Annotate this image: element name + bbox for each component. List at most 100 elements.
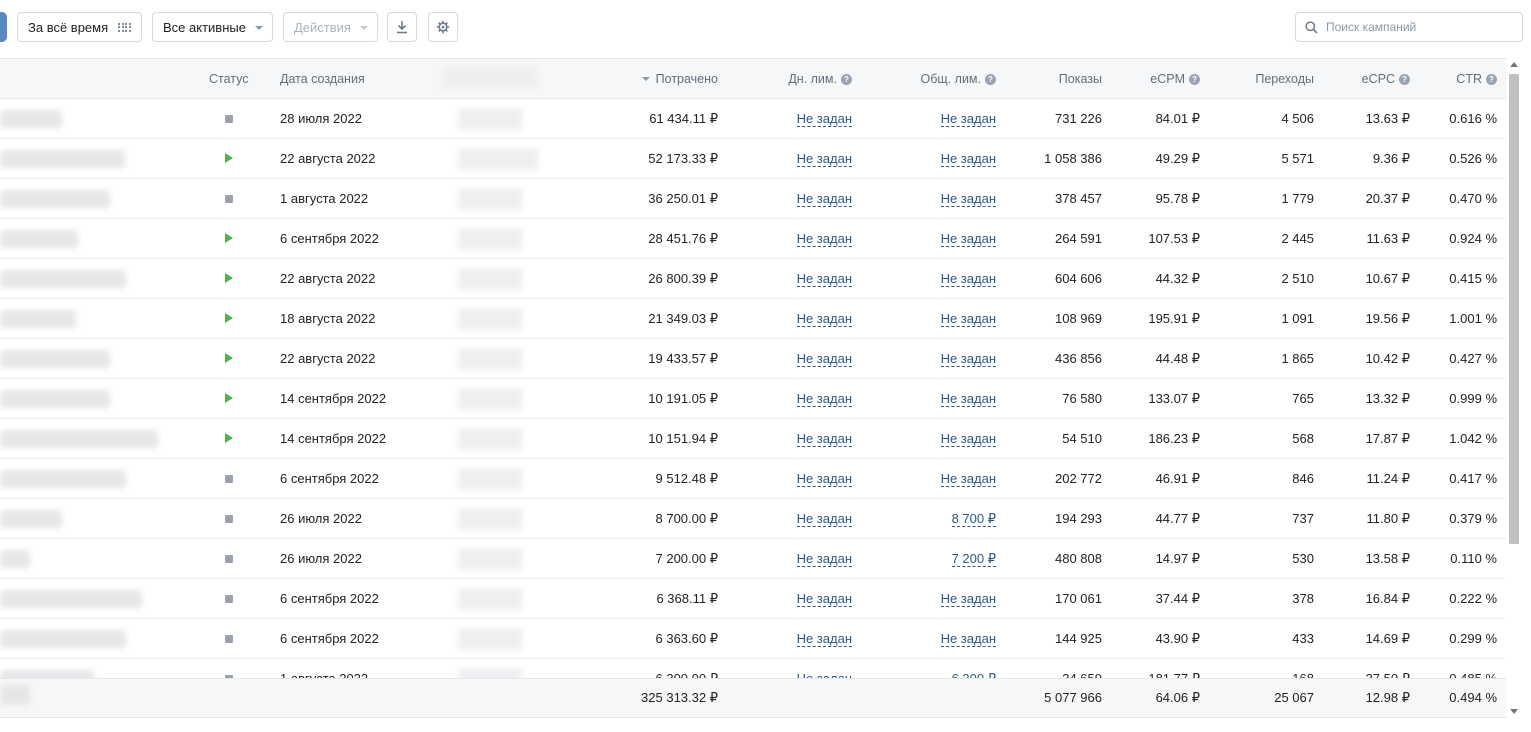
help-icon[interactable]: ? [1189, 74, 1200, 85]
status-cell[interactable] [225, 459, 237, 498]
header-created[interactable]: Дата создания [280, 59, 365, 99]
day-limit-link[interactable]: Не задан [796, 632, 852, 647]
campaign-search[interactable] [1295, 12, 1523, 42]
impressions-value: 76 580 [1062, 391, 1102, 406]
header-impressions[interactable]: Показы [1010, 59, 1102, 99]
day-limit-link[interactable]: Не задан [796, 312, 852, 327]
header-status[interactable]: Статус [209, 59, 249, 99]
status-cell[interactable] [225, 299, 237, 338]
total-limit-link[interactable]: Не задан [940, 152, 996, 167]
status-cell[interactable] [225, 619, 237, 658]
created-date: 14 сентября 2022 [280, 431, 387, 446]
day-limit-link[interactable]: Не задан [796, 152, 852, 167]
header-ecpm-label: eCPM [1150, 72, 1185, 86]
status-cell[interactable] [225, 219, 237, 258]
day-limit-link[interactable]: Не задан [796, 512, 852, 527]
day-limit-link[interactable]: Не задан [796, 192, 852, 207]
day-limit-link[interactable]: Не задан [796, 432, 852, 447]
table-row[interactable]: 14 сентября 2022 10 151.94 ₽ Не задан Не за… [0, 419, 1506, 459]
scroll-down-arrow-icon[interactable] [1510, 709, 1518, 714]
table-row[interactable]: 28 июля 2022 61 434.11 ₽ Не задан Не задан 7… [0, 99, 1506, 139]
help-icon[interactable]: ? [1399, 74, 1410, 85]
total-limit-link[interactable]: Не задан [940, 272, 996, 287]
total-limit-link[interactable]: Не задан [940, 472, 996, 487]
total-limit-link[interactable]: Не задан [940, 592, 996, 607]
table-row[interactable]: 18 августа 2022 21 349.03 ₽ Не задан Не зад… [0, 299, 1506, 339]
scrollbar-thumb[interactable] [1509, 74, 1519, 544]
header-ecpm[interactable]: eCPM? [1110, 59, 1200, 99]
total-limit-link[interactable]: 8 700 ₽ [951, 512, 996, 527]
table-row[interactable]: 6 сентября 2022 6 363.60 ₽ Не задан Не зада… [0, 619, 1506, 659]
status-cell[interactable] [225, 259, 237, 298]
period-select[interactable]: За всё время [17, 12, 142, 42]
status-cell[interactable] [225, 539, 237, 578]
download-button[interactable] [387, 12, 417, 42]
total-limit-link[interactable]: Не задан [940, 192, 996, 207]
impressions-value: 54 510 [1062, 431, 1102, 446]
settings-button[interactable] [428, 12, 458, 42]
status-cell[interactable] [225, 419, 237, 458]
total-ecpc: 12.98 ₽ [1365, 690, 1410, 705]
scroll-up-arrow-icon[interactable] [1510, 62, 1518, 67]
day-limit-link[interactable]: Не задан [796, 272, 852, 287]
help-icon[interactable]: ? [841, 74, 852, 85]
table-row[interactable]: 6 сентября 2022 6 368.11 ₽ Не задан Не зада… [0, 579, 1506, 619]
table-row[interactable]: 26 июля 2022 8 700.00 ₽ Не задан 8 700 ₽ 194… [0, 499, 1506, 539]
create-campaign-button[interactable] [0, 12, 7, 42]
redacted-cell [458, 628, 522, 650]
table-row[interactable]: 22 августа 2022 19 433.57 ₽ Не задан Не зад… [0, 339, 1506, 379]
period-label: За всё время [28, 19, 109, 35]
actions-dropdown[interactable]: Действия [283, 12, 378, 42]
total-limit-link[interactable]: Не задан [940, 632, 996, 647]
day-limit-link[interactable]: Не задан [796, 392, 852, 407]
search-input[interactable] [1326, 20, 1516, 34]
created-date: 18 августа 2022 [280, 311, 376, 326]
day-limit-cell: Не задан [740, 579, 852, 618]
help-icon[interactable]: ? [985, 74, 996, 85]
redacted-cell [458, 588, 522, 610]
day-limit-link[interactable]: Не задан [796, 352, 852, 367]
status-cell[interactable] [225, 339, 237, 378]
header-day-limit[interactable]: Дн. лим.? [740, 59, 852, 99]
status-cell[interactable] [225, 379, 237, 418]
day-limit-link[interactable]: Не задан [796, 592, 852, 607]
total-limit-link[interactable]: Не задан [940, 232, 996, 247]
status-cell[interactable] [225, 139, 237, 178]
total-limit-link[interactable]: Не задан [940, 312, 996, 327]
header-clicks[interactable]: Переходы [1220, 59, 1314, 99]
status-cell[interactable] [225, 179, 237, 218]
status-cell[interactable] [225, 579, 237, 618]
header-spent[interactable]: Потрачено [600, 59, 718, 99]
day-limit-link[interactable]: Не задан [796, 232, 852, 247]
redacted-campaign-name [0, 510, 62, 528]
table-row[interactable]: 6 сентября 2022 9 512.48 ₽ Не задан Не зада… [0, 459, 1506, 499]
header-ecpc[interactable]: eCPC? [1320, 59, 1410, 99]
table-row[interactable]: 1 августа 2022 36 250.01 ₽ Не задан Не зада… [0, 179, 1506, 219]
total-limit-link[interactable]: Не задан [940, 432, 996, 447]
total-ecpm: 64.06 ₽ [1155, 690, 1200, 705]
status-cell[interactable] [225, 499, 237, 538]
vertical-scrollbar[interactable] [1508, 58, 1520, 718]
table-row[interactable]: 6 сентября 2022 28 451.76 ₽ Не задан Не зад… [0, 219, 1506, 259]
status-cell[interactable] [225, 99, 237, 138]
total-limit-link[interactable]: Не задан [940, 352, 996, 367]
total-limit-link[interactable]: Не задан [940, 392, 996, 407]
header-total-limit[interactable]: Общ. лим.? [880, 59, 996, 99]
day-limit-link[interactable]: Не задан [796, 472, 852, 487]
total-limit-link[interactable]: 7 200 ₽ [951, 552, 996, 567]
header-ctr[interactable]: CTR? [1410, 59, 1497, 99]
table-row[interactable]: 22 августа 2022 26 800.39 ₽ Не задан Не зад… [0, 259, 1506, 299]
clicks-value: 530 [1292, 551, 1314, 566]
day-limit-link[interactable]: Не задан [796, 552, 852, 567]
total-limit-link[interactable]: Не задан [940, 112, 996, 127]
table-row[interactable]: 22 августа 2022 52 173.33 ₽ Не задан Не зад… [0, 139, 1506, 179]
table-row[interactable]: 26 июля 2022 7 200.00 ₽ Не задан 7 200 ₽ 480… [0, 539, 1506, 579]
help-icon[interactable]: ? [1486, 74, 1497, 85]
day-limit-cell: Не задан [740, 499, 852, 538]
redacted-cell [458, 348, 522, 370]
spent-value: 8 700.00 ₽ [655, 511, 719, 526]
table-row[interactable]: 14 сентября 2022 10 191.05 ₽ Не задан Не за… [0, 379, 1506, 419]
status-filter-select[interactable]: Все активные [152, 12, 273, 42]
chevron-down-icon [254, 26, 263, 30]
day-limit-link[interactable]: Не задан [796, 112, 852, 127]
